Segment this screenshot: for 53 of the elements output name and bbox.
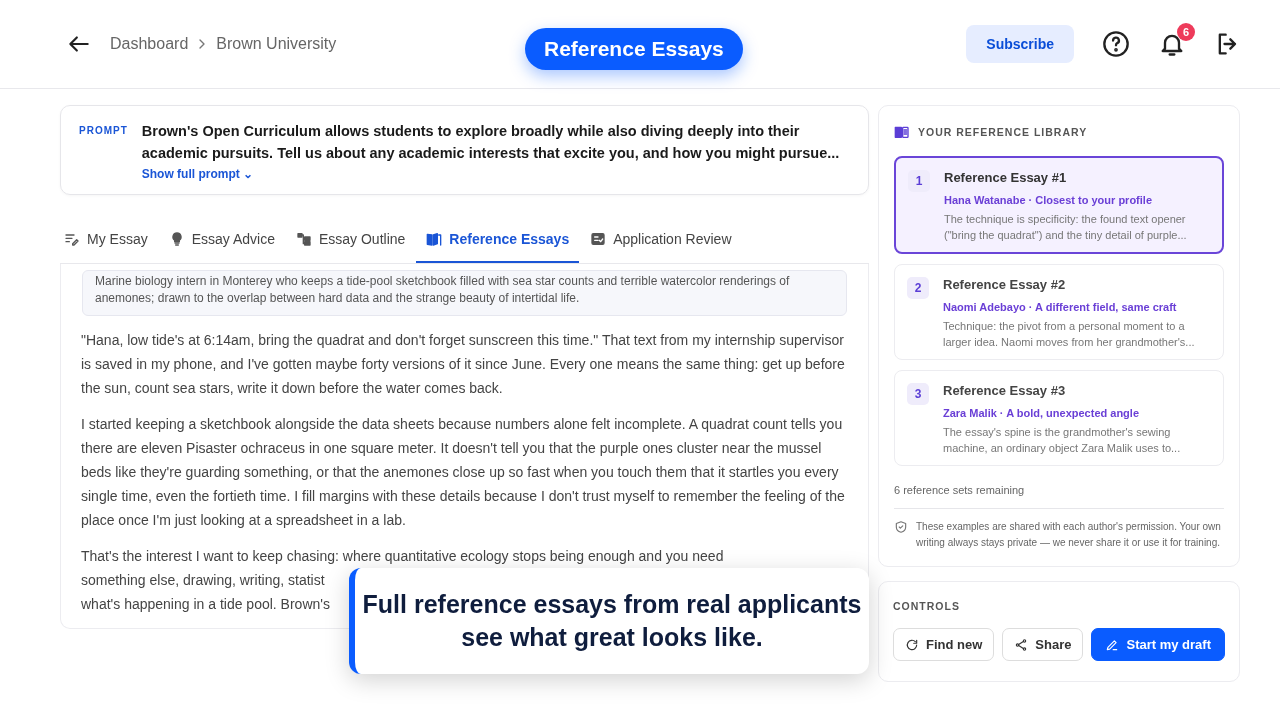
share-icon: [1014, 637, 1029, 652]
essay-text-line: That's the interest I want to keep chasing: where quantitative ecology stops being enough and you need: [81, 547, 724, 566]
pencil-icon: [1105, 637, 1120, 652]
essay-title: Reference Essay #2: [943, 277, 1067, 292]
remaining-count: 6 reference sets remaining: [894, 476, 1224, 509]
find-new-button[interactable]: Find new: [893, 628, 995, 661]
caption-text: see what great looks like.: [461, 623, 763, 652]
essay-paragraph: I started keeping a sketchbook alongside the data sheets because numbers alone felt incomplete. A quadrat count tells you there are eleven Pisaster ochraceus in one square meter. It doesn't tell you that the purple ones cluster near the mussel beds like they're guarding something, or that the anemones close up so fast when you touch them that it startles you every single time, even the fortieth time. I fill margins with these details because I don't trust myself to remember the feeling of the place once I'm just looking at a spreadsheet in a lab.: [81, 415, 846, 530]
share-button[interactable]: Share: [1002, 628, 1084, 661]
prompt-text: Brown's Open Curriculum allows students to explore broadly while also diving deeply into their academic pursuits. Tell us about any academic interests that excite you, and how you might pursue...: [141, 122, 841, 163]
essay-title: Reference Essay #3: [943, 383, 1067, 398]
tab-icon: [590, 231, 607, 247]
profile-summary: Marine biology intern in Monterey who keeps a tide-pool sketchbook filled with sea star counts and terrible watercolor renderings of anemones; drawn to the overlap between hard data and the strange beauty of intertidal life.: [82, 270, 847, 316]
number-badge: 2: [907, 277, 929, 299]
privacy-note: These examples are shared with each author's permission. Your own writing always stays private — we never share it or use it for training.: [916, 520, 1222, 550]
essay-title: Reference Essay #1: [944, 170, 1068, 185]
reference-essay-card[interactable]: 2 Reference Essay #2 Naomi Adebayo · A different field, same craft Technique: the pivot from a personal moment to a larger idea. Naomi moves from her grandmother's...: [894, 264, 1224, 360]
shield-check-icon: [894, 520, 908, 534]
essay-author: Hana Watanabe · Closest to your profile: [944, 194, 1153, 206]
subscribe-button[interactable]: Subscribe: [966, 25, 1074, 63]
reference-essay-card[interactable]: 3 Reference Essay #3 Zara Malik · A bold, unexpected angle The essay's spine is the grandmother's sewing machine, an ordinary object Zara Malik uses to...: [894, 370, 1224, 466]
tab-icon: [64, 231, 80, 247]
tab[interactable]: Essay Outline: [285, 221, 416, 263]
tab[interactable]: Essay Advice: [158, 221, 285, 263]
essay-text-line: what's happening in a tide pool. Brown's: [81, 595, 330, 614]
refresh-icon: [905, 637, 919, 652]
prompt-label: PROMPT: [79, 124, 128, 138]
tab[interactable]: Application Review: [580, 221, 742, 263]
essay-description: Technique: the pivot from a personal moment to a larger idea. Naomi moves from her grandmother's...: [943, 319, 1196, 350]
essay-author: Zara Malik · A bold, unexpected angle: [943, 407, 1140, 419]
essay-description: The technique is specificity: the found text opener ("bring the quadrat") and the tiny detail of purple...: [944, 212, 1188, 243]
start-draft-button[interactable]: Start my draft: [1091, 628, 1225, 661]
breadcrumb-link[interactable]: Brown University: [216, 35, 337, 53]
show-full-prompt-link[interactable]: Show full prompt ⌄: [141, 167, 254, 181]
section-heading: CONTROLS: [893, 600, 961, 612]
breadcrumb-link[interactable]: Dashboard: [110, 35, 189, 53]
essay-paragraph: "Hana, low tide's at 6:14am, bring the quadrat and don't forget sunscreen this time." That text from my internship supervisor is saved in my phone, and I've gotten maybe forty versions of it since June. Every one means the same thing: get up before the sun, count sea stars, write it down before the water comes back.: [81, 331, 846, 398]
essay-author: Naomi Adebayo · A different field, same craft: [943, 301, 1178, 313]
essay-text-line: something else, drawing, writing, statist: [81, 571, 325, 590]
book-icon: [894, 124, 910, 140]
number-badge: 1: [908, 170, 930, 192]
tab-icon: [295, 231, 312, 247]
number-badge: 3: [907, 383, 929, 405]
essay-description: The essay's spine is the grandmother's sewing machine, an ordinary object Zara Malik uses to...: [943, 425, 1182, 456]
caption-text: Full reference essays from real applicants: [362, 590, 862, 619]
notification-badge: 6: [1177, 23, 1195, 41]
tab-icon: [426, 231, 443, 247]
page-title: Reference Essays: [525, 28, 743, 70]
reference-essay-card[interactable]: 1 Reference Essay #1 Hana Watanabe · Closest to your profile The technique is specificity: the found text opener ("bring the quadrat") and the tiny detail of purple...: [894, 156, 1224, 254]
tab[interactable]: My Essay: [60, 221, 158, 263]
help-icon[interactable]: [1102, 30, 1130, 58]
tab[interactable]: Reference Essays: [416, 221, 580, 263]
section-heading: YOUR REFERENCE LIBRARY: [918, 126, 1088, 138]
